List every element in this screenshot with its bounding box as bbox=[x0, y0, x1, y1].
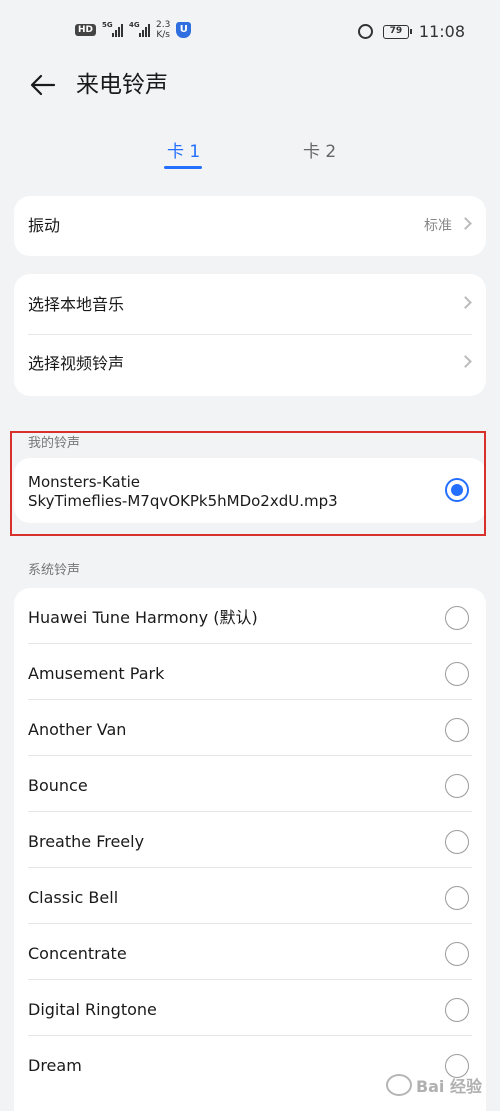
video-ringtone-label: 选择视频铃声 bbox=[28, 354, 125, 373]
list-item[interactable]: Concentrate bbox=[14, 924, 486, 980]
vibration-card: 振动 标准 bbox=[14, 196, 486, 256]
network-speed: 2.3 K/s bbox=[156, 20, 170, 40]
ringtone-source-card: 选择本地音乐 选择视频铃声 bbox=[14, 274, 486, 396]
ringtone-label: Amusement Park bbox=[28, 664, 165, 683]
list-item[interactable]: Amusement Park bbox=[14, 644, 486, 700]
vibration-row[interactable]: 振动 标准 bbox=[14, 196, 486, 256]
system-ringtones-card: Huawei Tune Harmony (默认) Amusement Park … bbox=[14, 588, 486, 1111]
radio-button[interactable] bbox=[445, 830, 469, 854]
radio-button[interactable] bbox=[445, 718, 469, 742]
list-item[interactable]: Breathe Freely bbox=[14, 812, 486, 868]
list-item[interactable]: Bounce bbox=[14, 756, 486, 812]
ringtone-label: Bounce bbox=[28, 776, 88, 795]
ringtone-label: Another Van bbox=[28, 720, 127, 739]
local-music-row[interactable]: 选择本地音乐 bbox=[14, 274, 486, 335]
tab-card-2[interactable]: 卡 2 bbox=[303, 140, 336, 164]
status-right: 79 11:08 bbox=[357, 22, 465, 41]
hd-badge: HD bbox=[75, 24, 97, 36]
signal-4g-icon: 4G bbox=[129, 21, 151, 37]
watermark-text: Bai 经验 bbox=[415, 1077, 482, 1096]
signal-5g-icon: 5G bbox=[102, 21, 124, 37]
network-speed-value: 2.3 bbox=[156, 20, 171, 30]
highlight-box bbox=[10, 431, 486, 536]
list-item[interactable]: Digital Ringtone bbox=[14, 980, 486, 1036]
local-music-label: 选择本地音乐 bbox=[28, 295, 125, 314]
list-item[interactable]: Another Van bbox=[14, 700, 486, 756]
status-left: HD 5G 4G 2.3 K/s U bbox=[75, 20, 192, 40]
list-item[interactable]: Classic Bell bbox=[14, 868, 486, 924]
tab-card-1[interactable]: 卡 1 bbox=[167, 140, 200, 164]
chevron-right-icon bbox=[459, 217, 472, 230]
ringtone-label: Breathe Freely bbox=[28, 832, 145, 851]
vibration-value: 标准 bbox=[424, 218, 452, 234]
radio-button[interactable] bbox=[445, 886, 469, 910]
paw-logo-icon bbox=[385, 1074, 412, 1096]
battery-icon: 79 bbox=[382, 24, 412, 39]
page-title: 来电铃声 bbox=[76, 72, 168, 98]
radio-button[interactable] bbox=[445, 662, 469, 686]
radio-button[interactable] bbox=[445, 942, 469, 966]
ringtone-label: Classic Bell bbox=[28, 888, 119, 907]
network-speed-unit: K/s bbox=[156, 30, 170, 40]
signal-5g-label: 5G bbox=[102, 21, 113, 29]
system-ringtones-header: 系统铃声 bbox=[28, 563, 81, 578]
alarm-icon bbox=[357, 24, 373, 39]
radio-button[interactable] bbox=[445, 774, 469, 798]
back-arrow-icon[interactable] bbox=[28, 70, 58, 100]
signal-4g-label: 4G bbox=[129, 21, 140, 29]
radio-button[interactable] bbox=[445, 606, 469, 630]
ringtone-label: Concentrate bbox=[28, 944, 127, 963]
ringtone-label: Digital Ringtone bbox=[28, 1000, 157, 1019]
ringtone-label: Dream bbox=[28, 1056, 82, 1075]
clock: 11:08 bbox=[418, 22, 465, 41]
radio-button[interactable] bbox=[445, 998, 469, 1022]
chevron-right-icon bbox=[459, 296, 472, 309]
list-item[interactable]: Huawei Tune Harmony (默认) bbox=[14, 588, 486, 644]
status-bar: HD 5G 4G 2.3 K/s U 79 11:08 bbox=[0, 0, 500, 62]
ringtone-label: Huawei Tune Harmony (默认) bbox=[28, 608, 258, 627]
video-ringtone-row[interactable]: 选择视频铃声 bbox=[14, 335, 486, 396]
baidu-watermark: Bai 经验 bbox=[385, 1073, 482, 1097]
vibration-label: 振动 bbox=[28, 216, 61, 235]
shield-icon: U bbox=[176, 22, 192, 38]
active-tab-indicator bbox=[164, 166, 202, 169]
chevron-right-icon bbox=[459, 355, 472, 368]
